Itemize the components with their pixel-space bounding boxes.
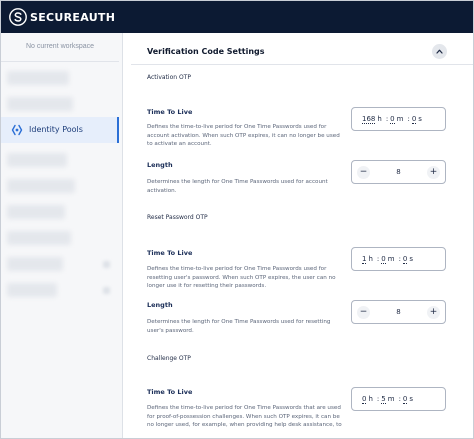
- chevron-down-icon[interactable]: [103, 261, 110, 268]
- separator: :: [376, 395, 380, 403]
- sidebar-item-obscured-4[interactable]: [7, 179, 75, 193]
- seconds-unit: s: [409, 395, 414, 403]
- sidebar-divider: [1, 61, 119, 62]
- ttl-duration-input[interactable]: 0h:5m:0s: [351, 387, 446, 411]
- separator: :: [398, 395, 401, 403]
- chevron-down-icon[interactable]: [103, 287, 110, 294]
- hours-unit: h: [377, 115, 382, 123]
- seconds-field[interactable]: 0: [411, 115, 417, 124]
- brand-name: SECUREAUTH: [30, 11, 116, 24]
- increment-button[interactable]: +: [427, 306, 440, 319]
- increment-button[interactable]: +: [427, 166, 440, 179]
- section-divider: [131, 64, 473, 65]
- sidebar-item-label: Identity Pools: [29, 125, 83, 134]
- group-heading-challenge-otp: Challenge OTP: [147, 355, 191, 362]
- ttl-duration-input[interactable]: 168 h:0 m:0 s: [351, 107, 446, 131]
- hours-field[interactable]: 0: [362, 395, 367, 404]
- sidebar-item-identity-pools[interactable]: Identity Pools: [1, 117, 119, 143]
- length-description: Determines the length for One Time Passw…: [147, 179, 328, 194]
- sidebar-item-obscured-7[interactable]: [7, 257, 63, 271]
- seconds-unit: s: [418, 115, 422, 123]
- minutes-field[interactable]: 5: [381, 395, 386, 404]
- section-title: Verification Code Settings: [147, 47, 265, 56]
- ttl-label: Time To Live: [147, 388, 193, 396]
- length-stepper[interactable]: − 8 +: [351, 300, 446, 324]
- group-heading-activation-otp: Activation OTP: [147, 74, 191, 81]
- hours-field[interactable]: 1: [362, 255, 367, 264]
- ttl-description: Defines the time-to-live period for One …: [147, 405, 342, 428]
- length-label: Length: [147, 161, 173, 169]
- main-content: Verification Code Settings Activation OT…: [131, 33, 473, 438]
- length-stepper[interactable]: − 8 +: [351, 160, 446, 184]
- hours-unit: h: [368, 255, 373, 263]
- seconds-unit: s: [409, 255, 414, 263]
- length-description: Determines the length for One Time Passw…: [147, 319, 331, 334]
- app-window: SECUREAUTH No current workspace Identity…: [0, 0, 474, 439]
- top-bar: SECUREAUTH: [1, 1, 473, 33]
- sidebar: No current workspace Identity Pools: [1, 33, 123, 438]
- seconds-field[interactable]: 0: [402, 395, 408, 404]
- sidebar-item-obscured-5[interactable]: [7, 205, 65, 219]
- identity-pools-icon: [11, 124, 23, 136]
- workspace-label[interactable]: No current workspace: [1, 43, 119, 50]
- minutes-unit: m: [387, 395, 395, 403]
- ttl-label: Time To Live: [147, 108, 193, 116]
- collapse-button[interactable]: [432, 44, 447, 59]
- separator: :: [376, 255, 380, 263]
- separator: :: [398, 255, 401, 263]
- sidebar-item-obscured-6[interactable]: [7, 231, 71, 245]
- separator: :: [385, 115, 389, 123]
- ttl-duration-input[interactable]: 1h:0m:0s: [351, 247, 446, 271]
- sidebar-item-obscured-8[interactable]: [7, 283, 57, 297]
- hours-field[interactable]: 168: [362, 115, 376, 124]
- minutes-unit: m: [387, 255, 395, 263]
- separator: :: [407, 115, 410, 123]
- minutes-field[interactable]: 0: [390, 115, 395, 124]
- ttl-label: Time To Live: [147, 249, 193, 257]
- sidebar-item-obscured-3[interactable]: [7, 153, 67, 167]
- ttl-description: Defines the time-to-live period for One …: [147, 124, 340, 147]
- ttl-description: Defines the time-to-live period for One …: [147, 266, 336, 289]
- group-heading-reset-password-otp: Reset Password OTP: [147, 214, 208, 221]
- sidebar-item-obscured-2[interactable]: [7, 97, 73, 111]
- minutes-field[interactable]: 0: [381, 255, 386, 264]
- minutes-unit: m: [396, 115, 404, 123]
- secureauth-logo-icon[interactable]: [9, 8, 27, 26]
- sidebar-item-obscured-1[interactable]: [7, 71, 69, 85]
- seconds-field[interactable]: 0: [402, 255, 408, 264]
- hours-unit: h: [368, 395, 373, 403]
- chevron-up-icon: [436, 49, 443, 54]
- length-label: Length: [147, 301, 173, 309]
